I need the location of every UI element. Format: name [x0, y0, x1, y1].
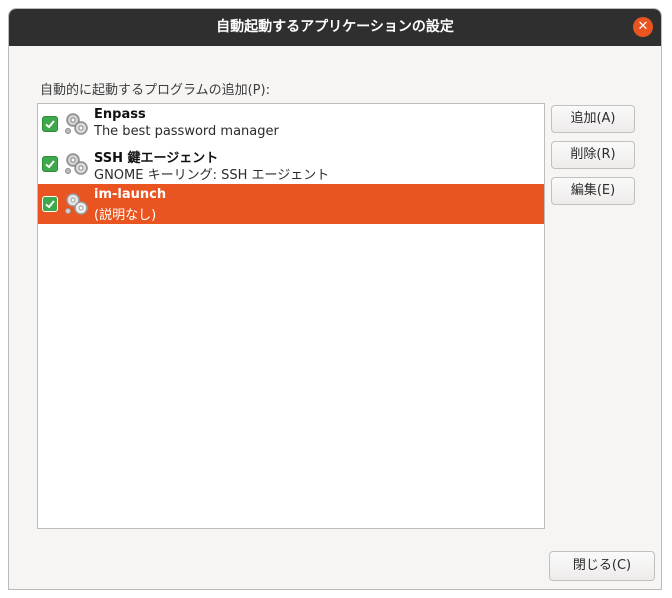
gears-icon [65, 193, 88, 215]
list-item-ssh-agent[interactable]: SSH 鍵エージェント GNOME キーリング: SSH エージェント [38, 144, 544, 184]
checkbox-checked-icon [45, 200, 55, 209]
enable-checkbox[interactable] [42, 196, 58, 212]
program-description: The best password manager [94, 124, 279, 139]
gears-icon [65, 113, 88, 135]
checkbox-checked-icon [45, 120, 55, 129]
close-icon: ✕ [637, 19, 649, 34]
enable-checkbox[interactable] [42, 116, 58, 132]
close-window-button[interactable]: ✕ [633, 17, 653, 37]
add-button[interactable]: 追加(A) [551, 105, 635, 133]
program-description: GNOME キーリング: SSH エージェント [94, 168, 330, 183]
checkbox-checked-icon [45, 160, 55, 169]
startup-applications-window: 自動起動するアプリケーションの設定 ✕ 自動的に起動するプログラムの追加(P):… [8, 8, 662, 590]
list-item-im-launch[interactable]: im-launch (説明なし) [38, 184, 544, 224]
gears-icon [65, 153, 88, 175]
program-name: Enpass [94, 107, 146, 122]
program-description: (説明なし) [94, 208, 157, 223]
enable-checkbox[interactable] [42, 156, 58, 172]
edit-button[interactable]: 編集(E) [551, 177, 635, 205]
remove-button[interactable]: 削除(R) [551, 141, 635, 169]
list-item-enpass[interactable]: Enpass The best password manager [38, 104, 544, 144]
titlebar[interactable]: 自動起動するアプリケーションの設定 ✕ [9, 9, 661, 46]
program-name: im-launch [94, 187, 167, 202]
window-title: 自動起動するアプリケーションの設定 [216, 19, 454, 35]
program-list[interactable]: Enpass The best password manager SSH 鍵エー… [37, 103, 545, 529]
close-button[interactable]: 閉じる(C) [549, 551, 655, 581]
program-list-label: 自動的に起動するプログラムの追加(P): [40, 83, 270, 98]
